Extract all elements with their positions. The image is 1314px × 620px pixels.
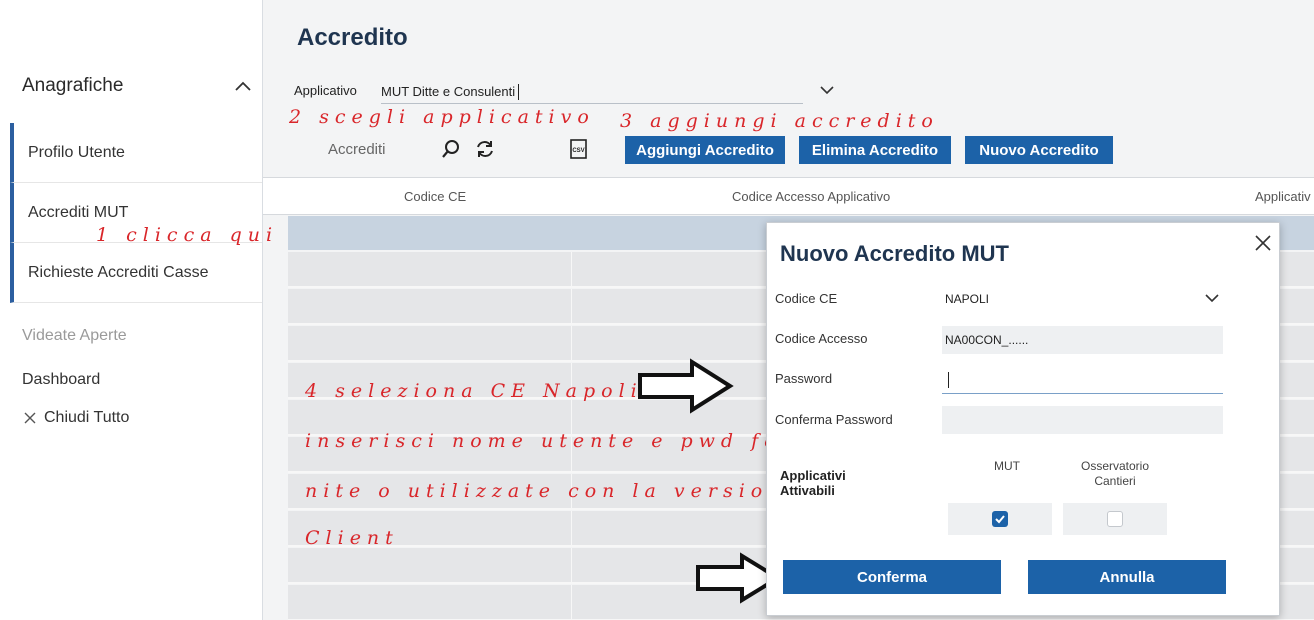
cell-divider xyxy=(571,400,572,434)
app-column-osservatorio: Osservatorio Cantieri xyxy=(1080,459,1150,488)
delete-accredito-button[interactable]: Elimina Accredito xyxy=(799,136,951,164)
text-cursor xyxy=(518,83,520,100)
refresh-icon[interactable] xyxy=(474,138,496,160)
sidebar-section-title: Anagrafiche xyxy=(22,75,124,96)
csv-icon-text: CSV xyxy=(572,148,584,154)
sidebar-item-label: Accrediti MUT xyxy=(28,203,129,221)
osservatorio-checkbox[interactable] xyxy=(1107,511,1123,527)
password-field[interactable] xyxy=(942,366,1223,394)
column-header-applicativo[interactable]: Applicativ xyxy=(1255,189,1311,204)
check-icon xyxy=(995,515,1005,524)
csv-export-icon[interactable]: CSV xyxy=(568,138,590,160)
applicativo-label: Applicativo xyxy=(294,83,357,98)
sidebar-item-profilo-utente[interactable]: Profilo Utente xyxy=(10,123,262,183)
conferma-password-field[interactable] xyxy=(942,406,1223,434)
sidebar: Anagrafiche Profilo Utente Accrediti MUT… xyxy=(0,0,262,620)
arrow-right-icon xyxy=(638,358,734,414)
cell-divider xyxy=(571,252,572,286)
codice-accesso-label: Codice Accesso xyxy=(775,331,868,346)
close-all-label: Chiudi Tutto xyxy=(44,409,130,426)
mut-checkbox[interactable] xyxy=(992,511,1008,527)
close-all-link[interactable]: Chiudi Tutto xyxy=(22,409,129,427)
codice-ce-label: Codice CE xyxy=(775,291,838,306)
codice-ce-select[interactable]: NAPOLI xyxy=(942,285,1223,313)
sidebar-section-header[interactable]: Anagrafiche xyxy=(22,74,254,98)
chevron-down-icon[interactable] xyxy=(1203,291,1221,305)
new-accredito-dialog: Nuovo Accredito MUT Codice CE NAPOLI Cod… xyxy=(766,222,1280,616)
codice-accesso-field[interactable]: NA00CON_...... xyxy=(942,326,1223,354)
annotation-step-4-line-1: 4 seleziona CE Napoli e xyxy=(305,380,673,402)
cell-divider xyxy=(571,548,572,582)
applicativo-value: MUT Ditte e Consulenti xyxy=(381,84,516,99)
dashboard-label: Dashboard xyxy=(22,371,101,388)
sidebar-item-richieste-accrediti-casse[interactable]: Richieste Accrediti Casse xyxy=(10,243,262,303)
sidebar-item-label: Profilo Utente xyxy=(28,143,125,161)
open-views-label: Videate Aperte xyxy=(22,327,127,344)
sidebar-item-label: Richieste Accrediti Casse xyxy=(28,263,209,281)
column-header-codice-accesso[interactable]: Codice Accesso Applicativo xyxy=(732,189,890,204)
cancel-button[interactable]: Annulla xyxy=(1028,560,1226,594)
confirm-button[interactable]: Conferma xyxy=(783,560,1001,594)
text-cursor xyxy=(948,371,949,388)
cell-divider xyxy=(571,585,572,619)
table-header: Codice CE Codice Accesso Applicativo App… xyxy=(263,177,1314,215)
annotation-step-3: 3 aggiungi accredito xyxy=(620,110,939,132)
conferma-password-label: Conferma Password xyxy=(775,412,893,427)
annotation-step-4-line-4: Client xyxy=(305,527,399,549)
close-icon[interactable] xyxy=(1254,234,1272,252)
chevron-down-icon[interactable] xyxy=(817,82,837,98)
annotation-step-2: 2 scegli applicativo xyxy=(289,106,595,128)
column-header-codice-ce[interactable]: Codice CE xyxy=(404,189,466,204)
chevron-up-icon[interactable] xyxy=(232,76,254,96)
page-title: Accredito xyxy=(297,24,408,51)
app-column-mut: MUT xyxy=(994,459,1020,473)
annotation-step-4-line-2: inserisci nome utente e pwd for- xyxy=(305,430,810,452)
new-accredito-button[interactable]: Nuovo Accredito xyxy=(965,136,1113,164)
applicativo-select[interactable]: MUT Ditte e Consulenti xyxy=(381,80,834,104)
cell-divider xyxy=(571,326,572,360)
add-accredito-button[interactable]: Aggiungi Accredito xyxy=(625,136,785,164)
dialog-title: Nuovo Accredito MUT xyxy=(780,241,1009,266)
codice-accesso-value: NA00CON_...... xyxy=(945,333,1029,347)
accrediti-label: Accrediti xyxy=(328,141,386,158)
annotation-step-4-line-3: nite o utilizzate con la versione xyxy=(305,480,804,502)
cell-divider xyxy=(571,289,572,323)
cell-divider xyxy=(571,511,572,545)
applicativi-attivabili-label: Applicativi Attivabili xyxy=(780,468,846,498)
mut-checkbox-cell xyxy=(948,503,1052,535)
search-icon[interactable] xyxy=(440,138,462,160)
password-label: Password xyxy=(775,371,833,386)
close-icon xyxy=(24,412,36,424)
dashboard-link[interactable]: Dashboard xyxy=(22,371,100,389)
osservatorio-checkbox-cell xyxy=(1063,503,1167,535)
annotation-step-1: 1 clicca qui xyxy=(96,224,279,246)
codice-ce-value: NAPOLI xyxy=(945,292,990,306)
